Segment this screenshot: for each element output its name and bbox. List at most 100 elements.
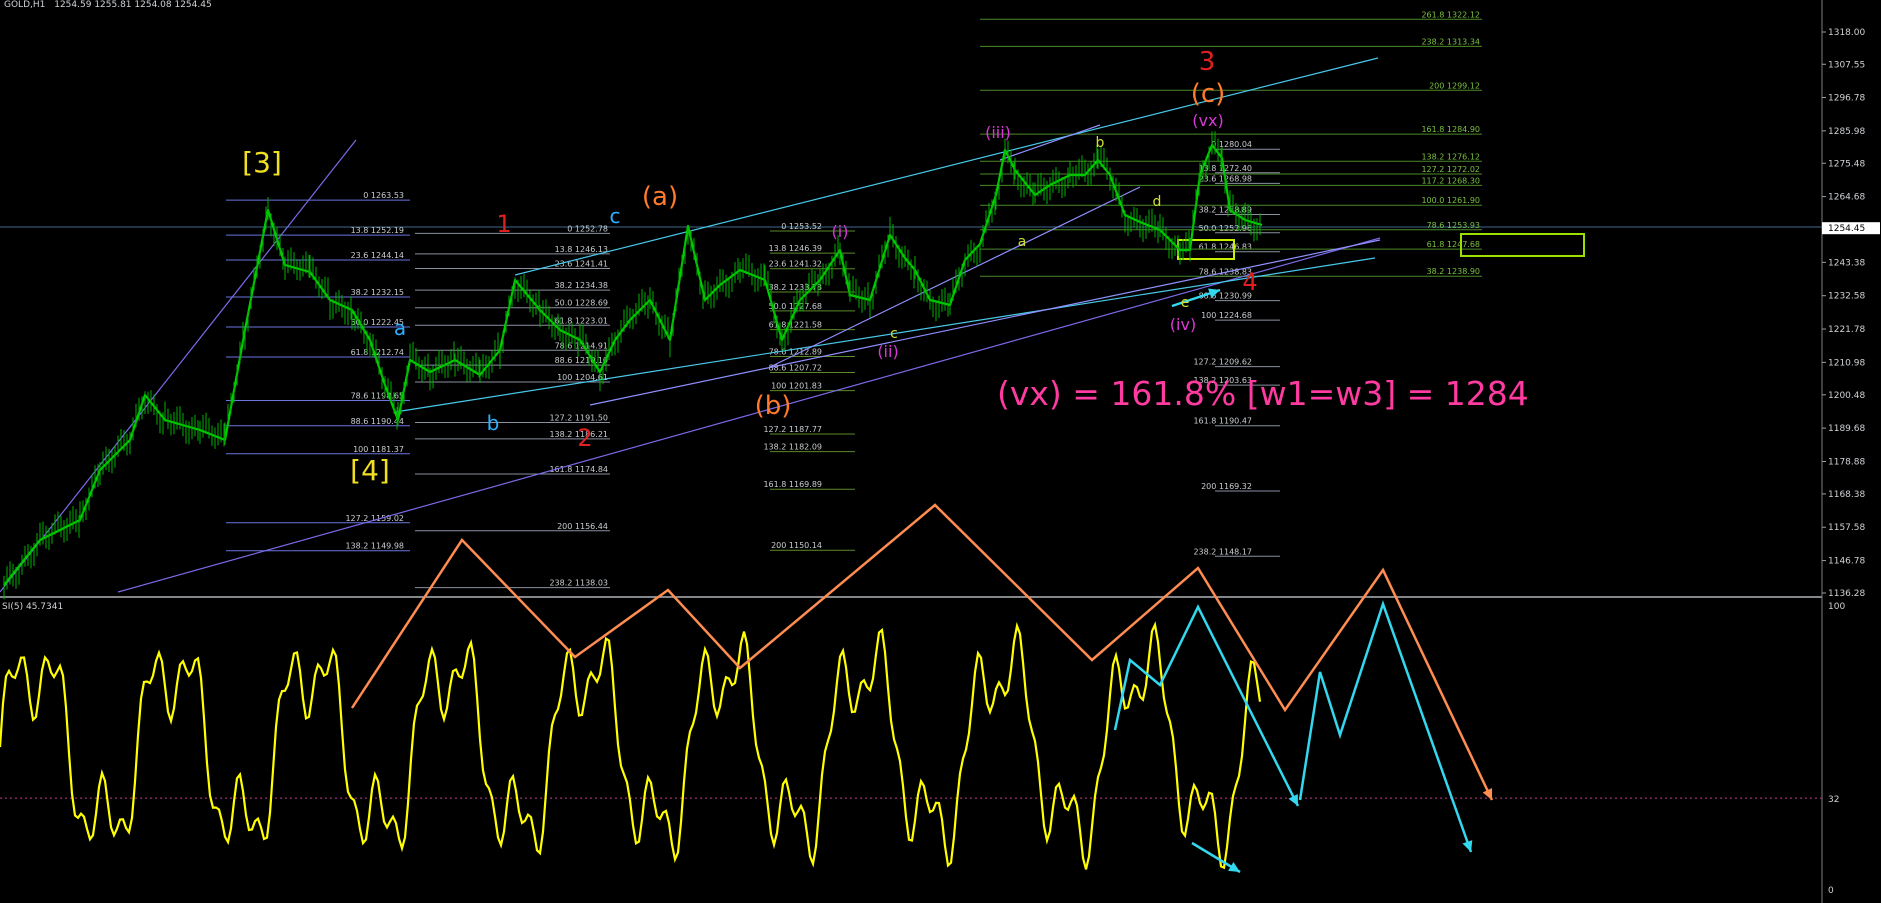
channel-line (117, 237, 1381, 593)
fib-level-label: 61.8 1247.68 (1427, 240, 1480, 249)
price-tick-label: 1275.48 (1828, 159, 1865, 169)
oscillator-line (0, 621, 1262, 870)
price-line (3, 143, 1263, 586)
fib-level-label: 38.2 1258.89 (1199, 205, 1252, 214)
wave-label: (iv) (1170, 315, 1196, 334)
price-tick-label: 1232.58 (1828, 292, 1865, 302)
price-tick-label: 1157.58 (1828, 523, 1865, 533)
wave-label: 1 (496, 210, 511, 238)
osc-tick-label: 100 (1828, 602, 1845, 612)
fib-level-label: 50.0 1252.96 (1199, 224, 1252, 233)
fib-level-label: 0 1253.52 (781, 222, 822, 231)
cyan-projection-2-arrowhead (1462, 840, 1473, 852)
wave-label: [4] (350, 454, 390, 487)
price-tick-label: 1200.48 (1828, 391, 1865, 401)
annotation-text: (vx) = 161.8% [w1=w3] = 1284 (997, 374, 1529, 413)
wave-label: (ii) (877, 342, 898, 361)
wave-label: (b) (755, 391, 792, 421)
fib-level-label: 88.6 1190.44 (351, 417, 404, 426)
fib-level-label: 13.8 1246.13 (555, 245, 608, 254)
oscillator-series (0, 621, 1262, 870)
wave-label: b (1096, 135, 1105, 151)
fib-level-label: 100 1201.83 (771, 382, 822, 391)
fib-level-label: 38.2 1234.38 (555, 281, 608, 290)
current-price-label: 1254.45 (1828, 224, 1865, 234)
wave-label: (a) (642, 182, 678, 212)
fib-level-label: 0 1280.04 (1211, 140, 1252, 149)
price-tick-label: 1296.78 (1828, 94, 1865, 104)
fib-level-label: 238.2 1148.17 (1193, 547, 1252, 556)
channel-line (999, 124, 1101, 161)
wave-label: e (1181, 295, 1190, 311)
price-tick-label: 1318.00 (1828, 28, 1865, 38)
wave-label: d (1153, 194, 1162, 210)
osc-tick-label: 0 (1828, 886, 1834, 896)
indicator-label: SI(5) 45.7341 (2, 602, 63, 612)
fib-level-label: 100 1224.68 (1201, 311, 1252, 320)
fib-level-label: 127.2 1209.62 (1193, 358, 1252, 367)
fib-level-label: 238.2 1313.34 (1421, 37, 1480, 46)
orange-projection (350, 503, 1494, 801)
wave-label: 2 (577, 424, 592, 452)
fib-level-label: 138.2 1276.12 (1421, 152, 1480, 161)
price-tick-label: 1168.38 (1828, 490, 1865, 500)
fib-level-label: 161.8 1169.89 (763, 480, 822, 489)
fib-level-label: 261.8 1322.12 (1421, 10, 1480, 19)
fib-level-label: 13.8 1252.19 (351, 226, 404, 235)
wave-label: 4 (1242, 268, 1257, 296)
fib-level-label: 100 1181.37 (353, 445, 404, 454)
wave-label: (vx) (1192, 111, 1223, 130)
fib-level-label: 61.8 1223.01 (555, 316, 608, 325)
fib-level-label: 23.6 1244.14 (351, 251, 404, 260)
price-tick-label: 1307.55 (1828, 60, 1865, 70)
fib-level-label: 200 1169.32 (1201, 482, 1252, 491)
price-axis: 1318.00 1307.55 1296.78 1285.98 1275.48 1264.… (1822, 28, 1880, 896)
price-chart[interactable]: 0 1263.53 13.8 1252.19 23.6 1244.14 38.2 12… (0, 0, 1881, 903)
osc-tick-label: 32 (1828, 795, 1839, 805)
fib-level-label: 238.2 1138.03 (549, 579, 608, 588)
fib-level-label: 61.8 1212.74 (351, 348, 404, 357)
price-tick-label: 1285.98 (1828, 127, 1865, 137)
fib-level-label: 50.0 1228.69 (555, 299, 608, 308)
fib-level-label: 161.8 1284.90 (1421, 125, 1480, 134)
fib-level-label: 38.2 1238.90 (1427, 267, 1480, 276)
fib-level-label: 78.6 1198.65 (351, 391, 404, 400)
fib-level-label: 161.8 1190.47 (1193, 417, 1252, 426)
wave-label: (i) (832, 222, 849, 241)
price-tick-label: 1264.68 (1828, 193, 1865, 203)
fib-level-label: 38.2 1232.15 (351, 288, 404, 297)
wave-label: (iii) (985, 123, 1011, 142)
fib-level-label: 0 1252.78 (567, 224, 608, 233)
fib-level-label: 127.2 1191.50 (549, 414, 608, 423)
wave-label: c (890, 326, 898, 342)
wave-label: a (1018, 234, 1027, 250)
price-tick-label: 1178.88 (1828, 457, 1865, 467)
wave-label: (c) (1191, 79, 1226, 109)
fib-level-label: 200 1299.12 (1429, 81, 1480, 90)
wave-label: a (394, 316, 406, 340)
fib-level-label: 23.6 1241.41 (555, 259, 608, 268)
fib-level-label: 88.6 1210.10 (555, 356, 608, 365)
wave-label: [3] (242, 146, 282, 179)
fib-level-label: 78.6 1253.93 (1427, 221, 1480, 230)
fib-level-label: 138.2 1149.98 (345, 542, 404, 551)
cyan-projection-2 (1298, 600, 1473, 853)
cyan-projection-1 (1113, 604, 1300, 807)
fib-level-label: 127.2 1272.02 (1421, 165, 1480, 174)
channel-line (0, 139, 357, 593)
fib-level-label: 88.6 1207.72 (769, 363, 822, 372)
price-tick-label: 1146.78 (1828, 557, 1865, 567)
fib-level-label: 23.6 1241.32 (769, 260, 822, 269)
fib-level-label: 13.8 1272.40 (1199, 164, 1252, 173)
fib-level-label: 117.2 1268.30 (1421, 176, 1480, 185)
fib-level-label: 200 1150.14 (771, 541, 822, 550)
price-tick-label: 1210.98 (1828, 358, 1865, 368)
wave-label: 3 (1199, 47, 1216, 77)
fib-level-label: 13.8 1246.39 (769, 244, 822, 253)
price-series (3, 131, 1263, 600)
wave-label: b (487, 411, 500, 435)
fibonacci-levels: 0 1263.53 13.8 1252.19 23.6 1244.14 38.2 12… (226, 10, 1482, 589)
price-tick-label: 1221.78 (1828, 325, 1865, 335)
fib-level-label: 161.8 1174.84 (549, 465, 608, 474)
fib-level-label: 100.0 1261.90 (1421, 196, 1480, 205)
